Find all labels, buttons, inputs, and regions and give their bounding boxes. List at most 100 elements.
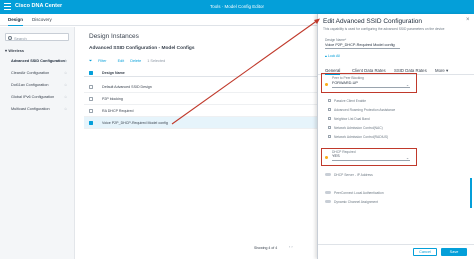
page-subtitle: Advanced SSID Configuration - Model Conf… [89,46,195,51]
sidebar-item-label: Dot11ax Configuration [11,83,49,87]
tab-design[interactable]: Design [8,17,24,26]
info-icon [325,156,328,159]
design-name-field[interactable]: Voice P2P_DHCP-Required Model config [325,42,400,49]
sidebar-item-advanced-ssid[interactable]: Advanced SSID Configuration ☆ [11,59,73,63]
row-design-name: RA DHCP Required [102,109,134,114]
tab-more-label: More [435,67,445,73]
lock-all-button[interactable]: 🔒︎ Lock All [325,54,340,58]
row-checkbox[interactable] [89,97,93,101]
filter-label: Filter [98,59,107,63]
column-header-design-name[interactable]: Design Name [102,71,125,75]
tab-client-data-rates[interactable]: Client Data Rates [352,68,386,73]
panel-title: Edit Advanced SSID Configuration [323,18,423,25]
close-icon[interactable]: × [466,17,470,23]
row-checkbox[interactable] [89,109,93,113]
sidebar-item-label: Global IPv6 Configuration [11,95,55,99]
checkbox-roaming-protection[interactable]: Advanced Roaming Protection Assistance [328,108,395,112]
tab-ssid-data-rates[interactable]: SSID Data Rates [394,68,427,73]
table-row[interactable]: RA DHCP Required [84,105,317,117]
checkbox-box[interactable] [328,126,331,130]
dhcp-server-label: DHCP Server - IP Address [334,173,373,177]
toggle-peerconnect[interactable]: PeerConnect Local Authentication [325,191,384,195]
pagination: ‹ › [289,245,293,249]
table-footer-count: Showing 4 of 4 [254,246,278,250]
toggle-icon[interactable] [325,173,331,177]
top-nav-bar: Cisco DNA Center Tools · Model Config Ed… [0,0,474,14]
menu-icon[interactable] [4,3,11,10]
checkbox-nac-radius[interactable]: Network Admission Control(RADIUS) [328,135,388,139]
sidebar-group-wireless[interactable]: ▾ Wireless [5,48,24,53]
dhcp-server-field[interactable]: DHCP Server - IP Address [325,173,373,177]
sidebar: Search ▾ Wireless Advanced SSID Configura… [0,27,75,259]
checkbox-label: Neighbor List Dual Band [334,117,370,121]
save-button[interactable]: Save [441,248,467,256]
star-icon[interactable]: ☆ [64,95,67,99]
row-checkbox[interactable] [89,121,93,125]
checkbox-nac[interactable]: Network Admission Control(NAC) [328,126,383,130]
table-row[interactable]: Default Advanced SSID Design [84,81,317,93]
main-tabs: Design Discovery [0,14,317,26]
delete-button[interactable]: Delete [130,59,141,63]
star-icon[interactable]: ☆ [64,71,67,75]
toggle-icon[interactable] [325,200,331,204]
row-checkbox[interactable] [89,85,93,89]
checkbox-box[interactable] [328,135,331,139]
panel-description: This capability is used for configuring … [323,27,445,31]
chevron-down-icon: ▾ [446,67,449,73]
tab-general[interactable]: General [325,68,341,75]
table-toolbar: ⏷ Filter Edit Delete 1 Selected [89,59,170,63]
sidebar-item-dot11ax[interactable]: Dot11ax Configuration ☆ [11,83,73,87]
selected-count: 1 Selected [147,59,166,63]
lock-all-label: Lock All [327,54,340,58]
edit-button[interactable]: Edit [118,59,125,63]
sidebar-item-global-ipv6[interactable]: Global IPv6 Configuration ☆ [11,95,73,99]
select-all-checkbox[interactable] [89,71,93,75]
panel-scrollbar[interactable] [470,178,472,208]
sidebar-item-label: Multicast Configuration [11,107,50,111]
sidebar-item-label: CleanAir Configuration [11,71,50,75]
chevron-down-icon: ⌄ [405,156,409,160]
sidebar-group-label: Wireless [8,49,24,53]
filter-button[interactable]: ⏷ Filter [89,59,112,63]
sidebar-item-multicast[interactable]: Multicast Configuration ☆ [11,107,73,111]
checkbox-label: Network Admission Control(NAC) [334,126,383,130]
toggle-dynamic-channel[interactable]: Dynamic Channel Assignment [325,200,378,204]
table-row[interactable]: P2P blocking [84,93,317,105]
panel-actions: Cancel Save [318,244,474,259]
tab-more[interactable]: More ▾ [435,68,448,74]
page-title: Design Instances [89,33,139,40]
star-icon[interactable]: ☆ [64,59,67,63]
row-design-name: Default Advanced SSID Design [102,85,152,90]
brand-name: Cisco DNA Center [15,3,63,9]
info-icon [325,83,328,86]
peer-blocking-value: FORWARD-UP [332,81,358,85]
sidebar-item-cleanair[interactable]: CleanAir Configuration ☆ [11,71,73,75]
tab-discovery[interactable]: Discovery [32,17,52,22]
search-input[interactable]: Search [5,33,69,41]
checkbox-box[interactable] [328,117,331,121]
star-icon[interactable]: ☆ [64,107,67,111]
toggle-icon[interactable] [325,191,331,195]
sidebar-item-label: Advanced SSID Configuration [11,59,66,63]
row-design-name: P2P blocking [102,97,123,102]
checkbox-label: Network Admission Control(RADIUS) [334,135,389,139]
peer-blocking-select[interactable]: FORWARD-UP ⌄ [332,81,410,88]
next-page-icon[interactable]: › [291,245,292,249]
table-row-selected[interactable]: Voice P2P_DHCP-Required Model config [84,117,317,129]
search-icon [8,35,12,40]
lock-icon: 🔒︎ [325,54,327,58]
dhcp-required-value: YES [332,154,340,158]
checkbox-box[interactable] [328,108,331,112]
breadcrumb: Tools · Model Config Editor [210,3,265,9]
checkbox-box[interactable] [328,99,331,103]
peer-blocking-label: Peer to Peer Blocking [332,76,364,80]
table-header: Design Name [84,69,317,77]
toggle-label: PeerConnect Local Authentication [334,191,384,195]
checkbox-neighbor-list[interactable]: Neighbor List Dual Band [328,117,370,121]
filter-icon: ⏷ [89,59,93,63]
dhcp-required-select[interactable]: YES ⌄ [332,154,410,161]
cancel-button[interactable]: Cancel [413,248,437,256]
checkbox-passive-client[interactable]: Passive Client Enable [328,99,366,103]
star-icon[interactable]: ☆ [64,83,67,87]
checkbox-label: Advanced Roaming Protection Assistance [334,108,396,112]
